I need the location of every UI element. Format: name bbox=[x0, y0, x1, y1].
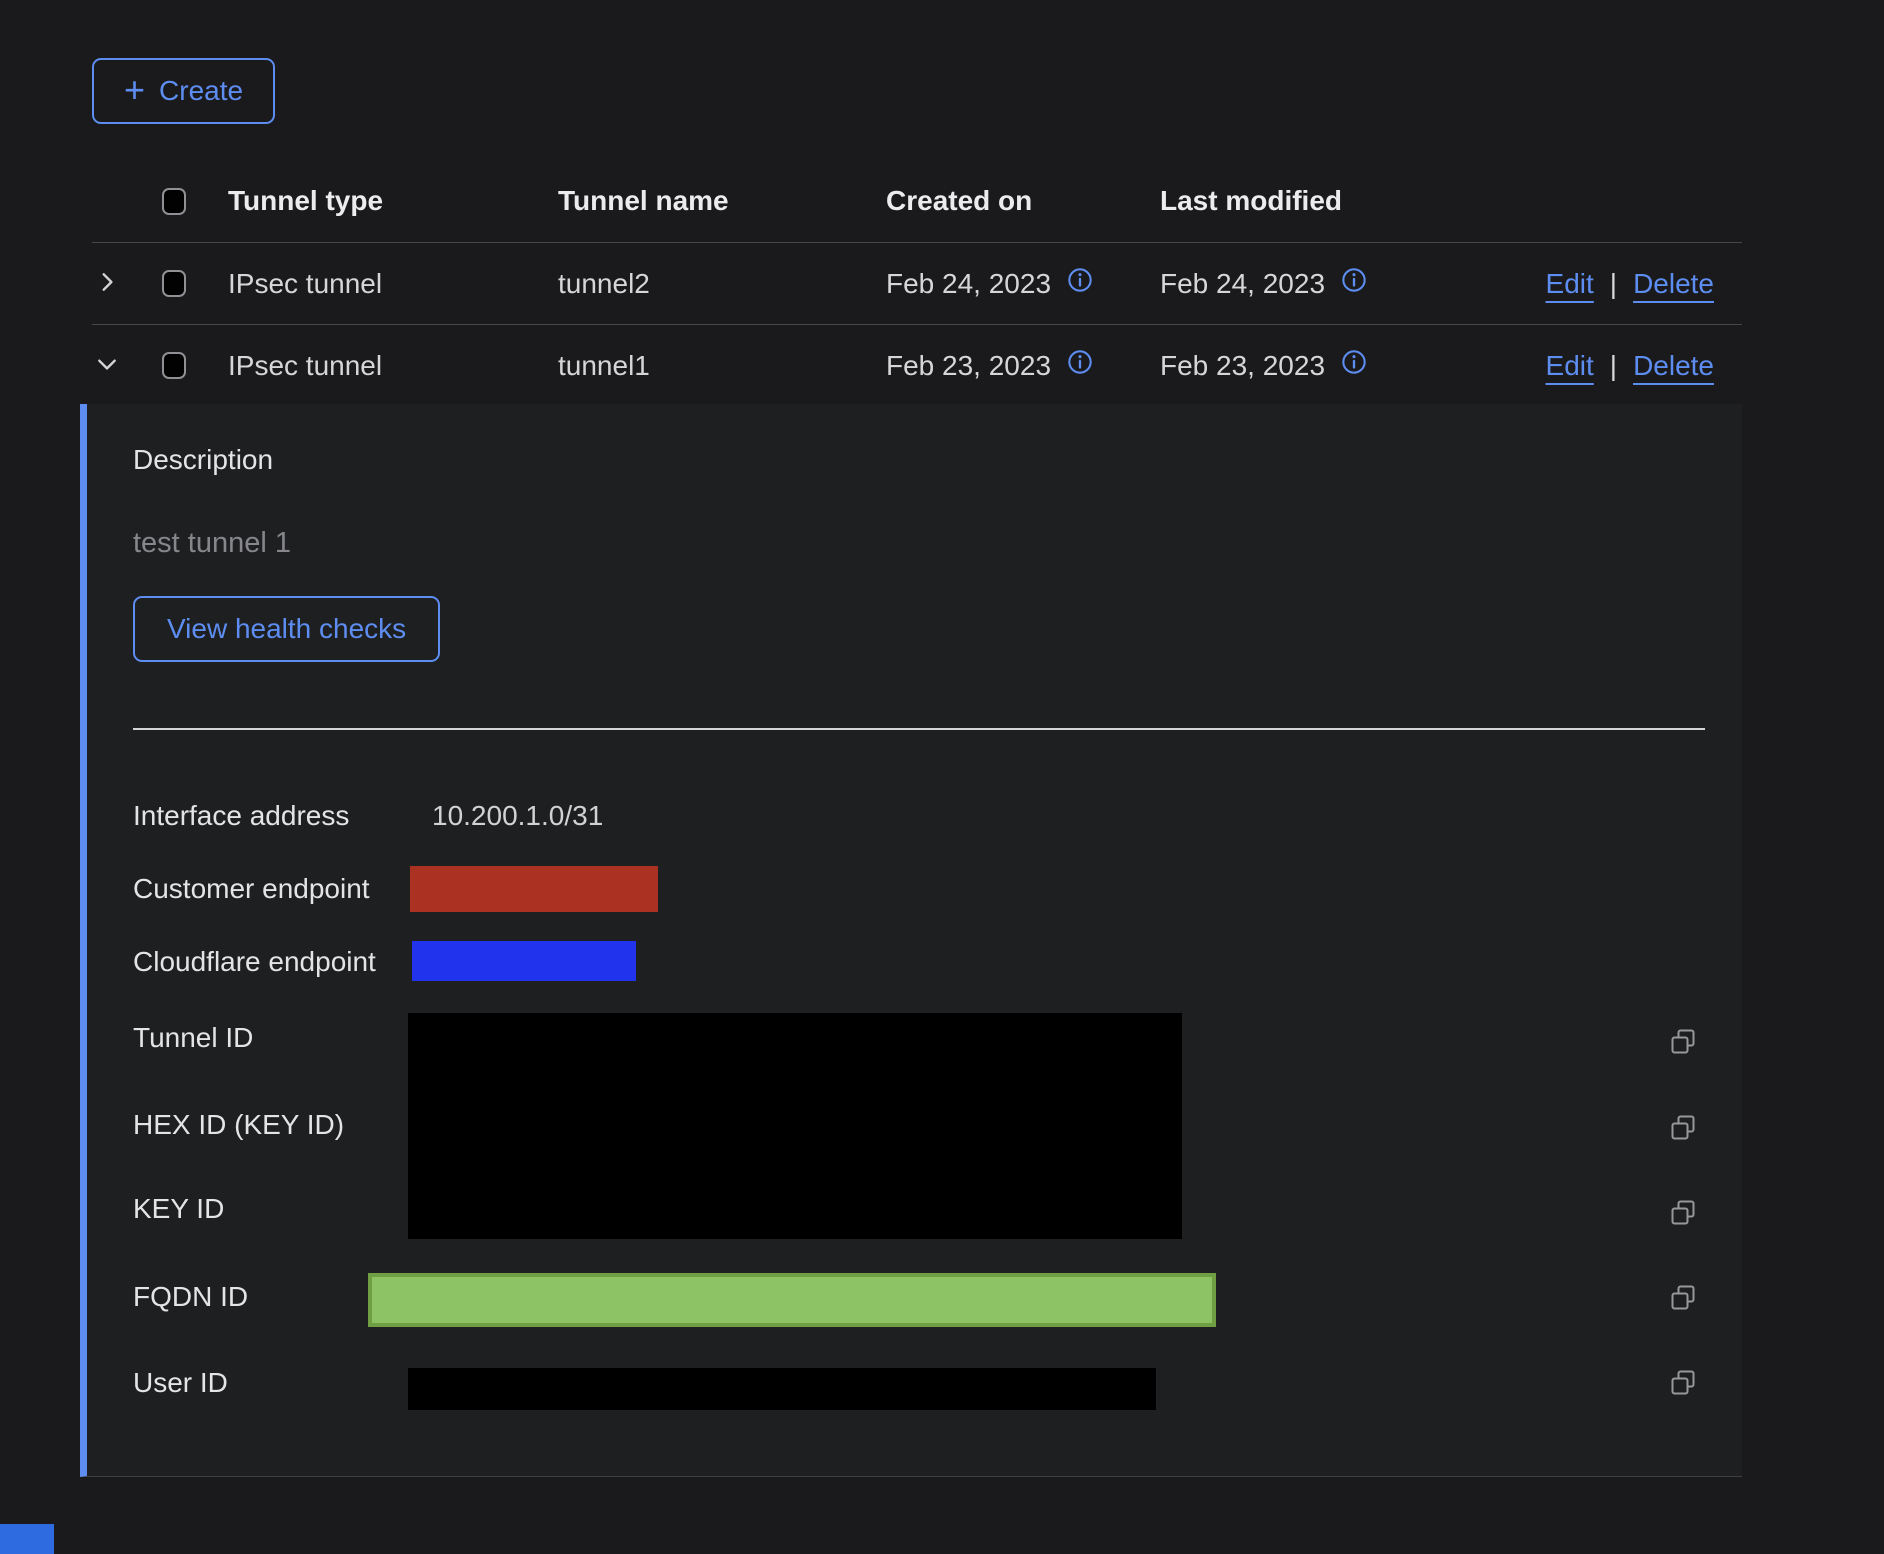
interface-address-value: 10.200.1.0/31 bbox=[432, 799, 603, 833]
customer-endpoint-label: Customer endpoint bbox=[133, 872, 370, 906]
view-health-checks-button[interactable]: View health checks bbox=[133, 596, 440, 662]
info-icon[interactable] bbox=[1341, 267, 1367, 300]
tunnels-table: Tunnel type Tunnel name Created on Last … bbox=[92, 160, 1742, 406]
copy-fqdn-id-icon[interactable] bbox=[1668, 1283, 1698, 1313]
user-id-label: User ID bbox=[133, 1366, 228, 1400]
panel-divider bbox=[133, 728, 1705, 730]
header-tunnel-name: Tunnel name bbox=[558, 185, 886, 217]
created-on-cell: Feb 24, 2023 bbox=[886, 268, 1051, 300]
customer-endpoint-redacted-value bbox=[410, 866, 658, 912]
create-button-label: Create bbox=[159, 75, 243, 107]
tunnel-name-cell: tunnel1 bbox=[558, 350, 886, 382]
info-icon[interactable] bbox=[1067, 349, 1093, 382]
delete-link[interactable]: Delete bbox=[1633, 268, 1714, 300]
table-row: IPsec tunnel tunnel2 Feb 24, 2023 Feb 24… bbox=[92, 243, 1742, 325]
select-all-checkbox[interactable] bbox=[162, 188, 186, 215]
cloudflare-endpoint-label: Cloudflare endpoint bbox=[133, 945, 376, 979]
chevron-down-icon[interactable] bbox=[96, 350, 118, 382]
cloudflare-endpoint-redacted-value bbox=[412, 941, 636, 981]
delete-link[interactable]: Delete bbox=[1633, 350, 1714, 382]
bottom-left-blue-artifact bbox=[0, 1524, 54, 1554]
actions-separator: | bbox=[1610, 268, 1617, 300]
last-modified-cell: Feb 24, 2023 bbox=[1160, 268, 1325, 300]
table-row-expanded: IPsec tunnel tunnel1 Feb 23, 2023 Feb 23… bbox=[92, 325, 1742, 406]
created-on-cell: Feb 23, 2023 bbox=[886, 350, 1051, 382]
create-button[interactable]: + Create bbox=[92, 58, 275, 124]
copy-key-id-icon[interactable] bbox=[1668, 1198, 1698, 1228]
description-label: Description bbox=[133, 443, 273, 477]
user-id-redacted-value bbox=[408, 1368, 1156, 1410]
edit-link[interactable]: Edit bbox=[1546, 350, 1594, 382]
ids-redacted-block bbox=[408, 1013, 1182, 1239]
actions-separator: | bbox=[1610, 350, 1617, 382]
plus-icon: + bbox=[124, 72, 145, 108]
interface-address-label: Interface address bbox=[133, 799, 349, 833]
hex-id-label: HEX ID (KEY ID) bbox=[133, 1108, 344, 1142]
description-value: test tunnel 1 bbox=[133, 526, 291, 560]
tunnel-type-cell: IPsec tunnel bbox=[228, 268, 558, 300]
last-modified-cell: Feb 23, 2023 bbox=[1160, 350, 1325, 382]
tunnel-name-cell: tunnel2 bbox=[558, 268, 886, 300]
tunnel-type-cell: IPsec tunnel bbox=[228, 350, 558, 382]
copy-tunnel-id-icon[interactable] bbox=[1668, 1027, 1698, 1057]
key-id-label: KEY ID bbox=[133, 1192, 224, 1226]
copy-user-id-icon[interactable] bbox=[1668, 1368, 1698, 1398]
row-checkbox[interactable] bbox=[162, 352, 186, 379]
tunnels-page: + Create Tunnel type Tunnel name Created… bbox=[0, 0, 1884, 1554]
info-icon[interactable] bbox=[1067, 267, 1093, 300]
fqdn-id-label: FQDN ID bbox=[133, 1280, 248, 1314]
header-tunnel-type: Tunnel type bbox=[228, 185, 558, 217]
copy-hex-id-icon[interactable] bbox=[1668, 1113, 1698, 1143]
row-checkbox[interactable] bbox=[162, 270, 186, 297]
header-last-modified: Last modified bbox=[1160, 185, 1742, 217]
info-icon[interactable] bbox=[1341, 349, 1367, 382]
table-header-row: Tunnel type Tunnel name Created on Last … bbox=[92, 160, 1742, 243]
fqdn-id-redacted-value bbox=[368, 1273, 1216, 1327]
chevron-right-icon[interactable] bbox=[96, 268, 118, 300]
tunnel-detail-panel: Description test tunnel 1 View health ch… bbox=[80, 404, 1742, 1477]
edit-link[interactable]: Edit bbox=[1546, 268, 1594, 300]
header-created-on: Created on bbox=[886, 185, 1160, 217]
tunnel-id-label: Tunnel ID bbox=[133, 1021, 253, 1055]
